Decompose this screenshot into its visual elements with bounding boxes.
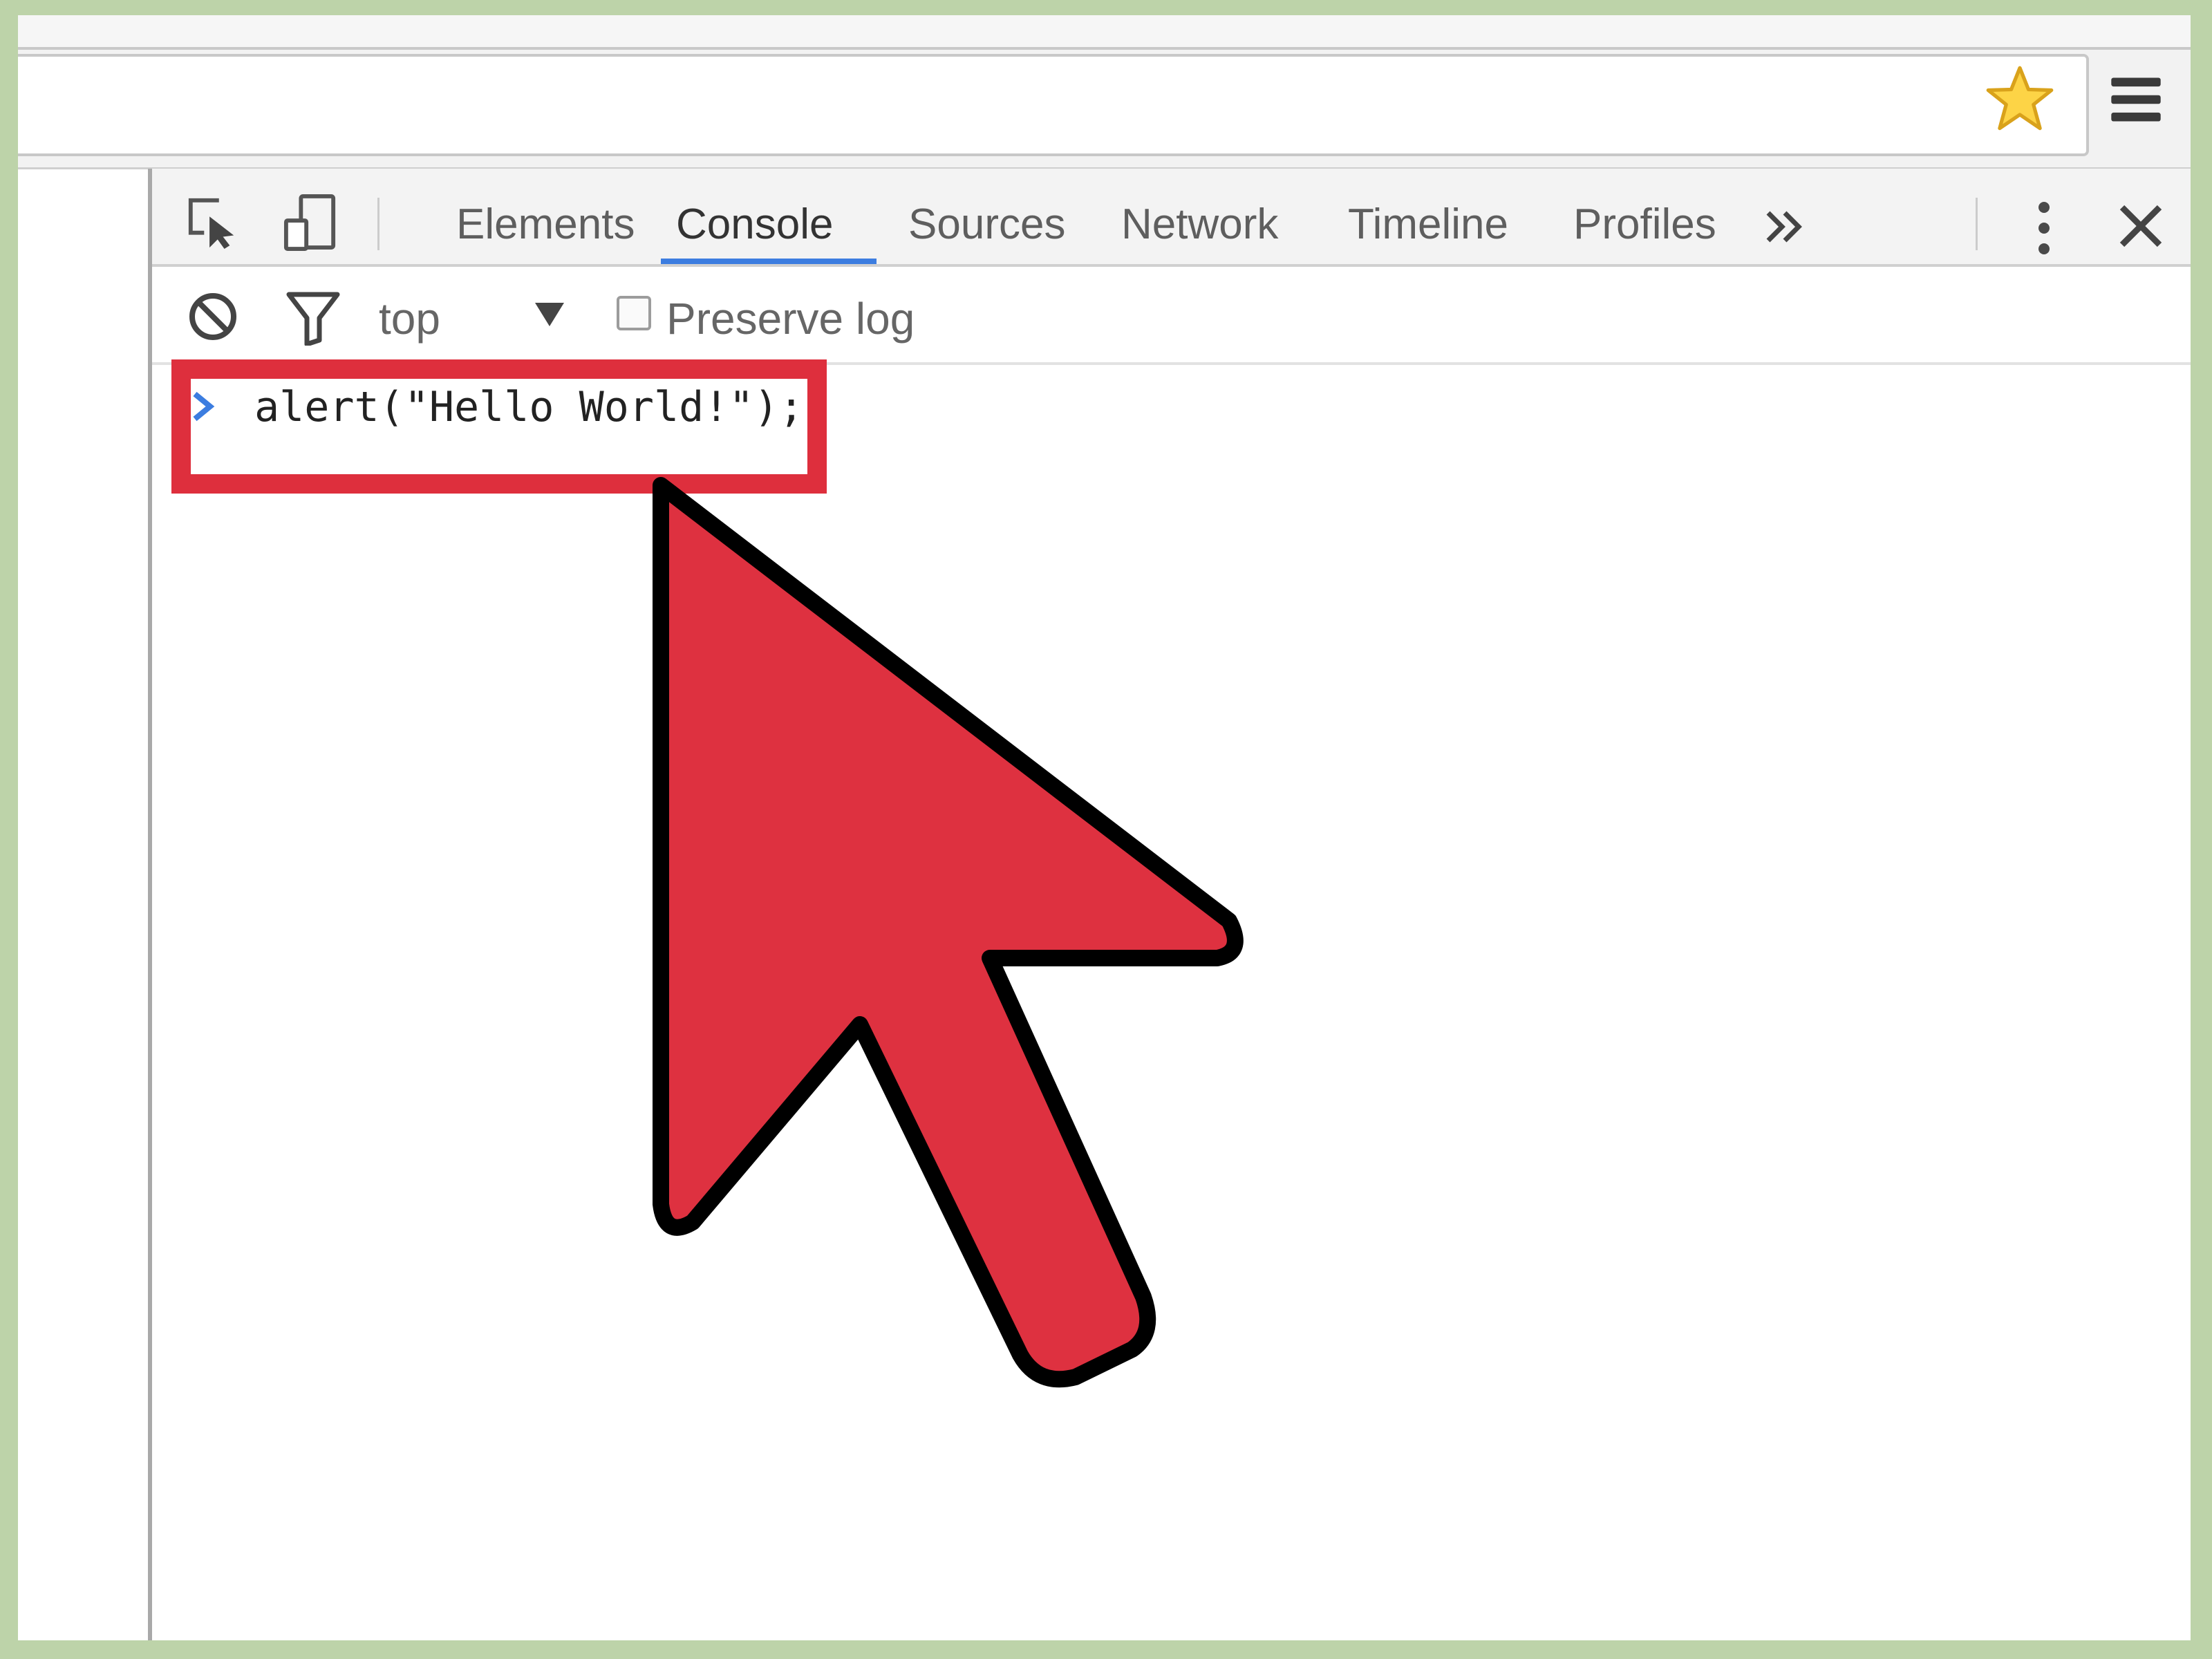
tab-timeline[interactable]: Timeline [1348,187,1508,263]
star-icon[interactable] [1984,64,2056,135]
preserve-log-label[interactable]: Preserve log [666,281,915,357]
kebab-menu-icon[interactable] [2034,199,2054,257]
console-toolbar: top Preserve log [152,267,2191,365]
filter-icon[interactable] [286,290,340,346]
big-red-cursor-arrow-icon [653,477,1244,1388]
active-tab-indicator [661,259,877,264]
tab-sources[interactable]: Sources [908,187,1065,263]
tab-console[interactable]: Console [676,187,833,263]
inspect-element-icon[interactable] [185,196,239,250]
browser-window: Elements Console Sources Network Timelin… [18,15,2191,1640]
preserve-log-checkbox[interactable] [617,296,651,330]
dropdown-arrow-icon[interactable] [531,297,568,332]
tab-strip [18,15,2191,50]
address-bar[interactable] [18,54,2089,156]
clear-console-icon[interactable] [187,290,239,343]
devtools-tab-bar: Elements Console Sources Network Timelin… [152,169,2191,267]
context-select[interactable]: top [379,281,440,357]
tab-network[interactable]: Network [1121,187,1278,263]
tab-elements[interactable]: Elements [456,187,635,263]
toolbar-separator [1976,198,1978,250]
close-icon[interactable] [2117,202,2165,250]
browser-toolbar [18,15,2191,169]
tab-profiles[interactable]: Profiles [1573,187,1716,263]
toolbar-separator [377,198,379,250]
double-chevron-right-icon[interactable] [1763,205,1807,249]
hamburger-menu-icon[interactable] [2107,71,2165,129]
device-mode-icon[interactable] [283,194,337,252]
